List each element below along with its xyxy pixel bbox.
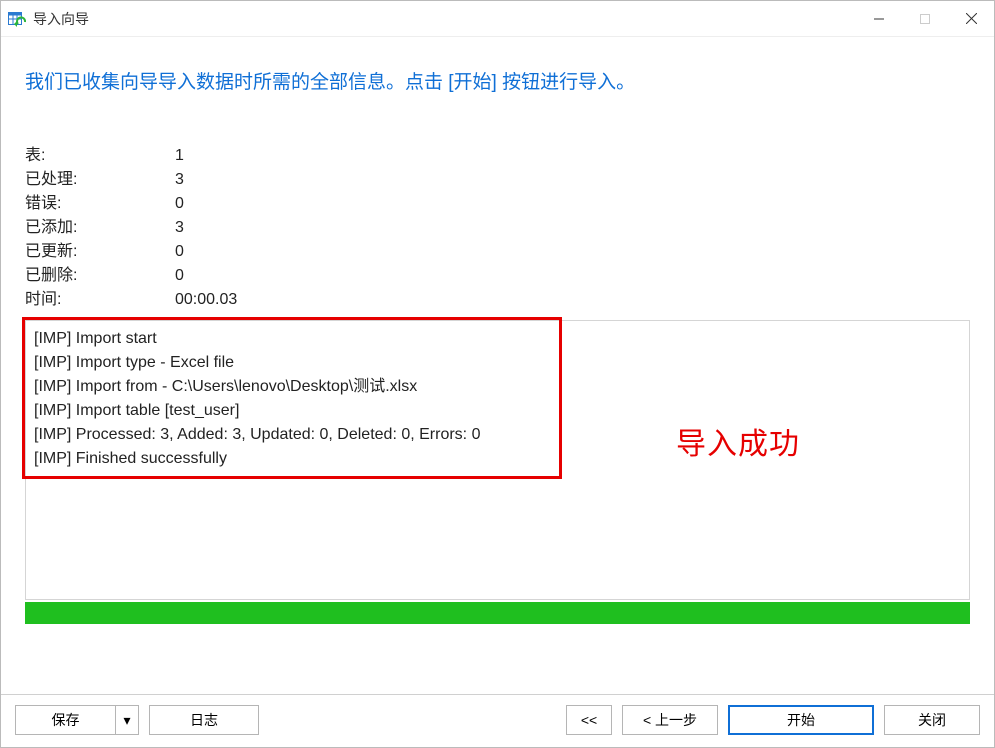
stat-processed-value: 3 (175, 168, 184, 192)
log-textarea[interactable]: [IMP] Import start [IMP] Import type - E… (26, 321, 969, 599)
stat-tables-label: 表: (25, 144, 175, 168)
close-button[interactable]: 关闭 (884, 705, 980, 735)
stat-deleted-value: 0 (175, 264, 184, 288)
stat-added-label: 已添加: (25, 216, 175, 240)
button-bar: 保存 ▾ 日志 << < 上一步 开始 关闭 (1, 694, 994, 747)
instruction-text: 我们已收集向导导入数据时所需的全部信息。点击 [开始] 按钮进行导入。 (25, 67, 970, 94)
window-title: 导入向导 (33, 9, 89, 29)
stat-time-value: 00:00.03 (175, 288, 237, 312)
import-wizard-window: 导入向导 我们已收集向导导入数据时所需的全部信息。点击 [开始] 按钮进行导入。… (0, 0, 995, 748)
titlebar: 导入向导 (1, 1, 994, 37)
annotation-success-text: 导入成功 (676, 419, 800, 463)
stat-added-value: 3 (175, 216, 184, 240)
window-controls (856, 1, 994, 37)
stat-errors-label: 错误: (25, 192, 175, 216)
save-button-group: 保存 ▾ (15, 705, 139, 735)
stat-updated-value: 0 (175, 240, 184, 264)
maximize-button (902, 1, 948, 37)
first-step-button[interactable]: << (566, 705, 612, 735)
start-button[interactable]: 开始 (728, 705, 874, 735)
log-panel: [IMP] Import start [IMP] Import type - E… (25, 320, 970, 600)
stat-deleted-label: 已删除: (25, 264, 175, 288)
stat-tables-value: 1 (175, 144, 184, 168)
stat-processed-label: 已处理: (25, 168, 175, 192)
chevron-down-icon: ▾ (123, 712, 130, 729)
close-window-button[interactable] (948, 1, 994, 37)
prev-step-button[interactable]: < 上一步 (622, 705, 718, 735)
stat-updated-label: 已更新: (25, 240, 175, 264)
import-stats: 表: 1 已处理: 3 错误: 0 已添加: 3 已更新: 0 已删除: 0 (25, 144, 970, 312)
save-button[interactable]: 保存 (15, 705, 115, 735)
log-button[interactable]: 日志 (149, 705, 259, 735)
content-area: 我们已收集向导导入数据时所需的全部信息。点击 [开始] 按钮进行导入。 表: 1… (1, 37, 994, 694)
save-dropdown-button[interactable]: ▾ (115, 705, 139, 735)
table-import-icon (7, 9, 27, 29)
minimize-button[interactable] (856, 1, 902, 37)
stat-errors-value: 0 (175, 192, 184, 216)
progress-bar (25, 602, 970, 624)
stat-time-label: 时间: (25, 288, 175, 312)
